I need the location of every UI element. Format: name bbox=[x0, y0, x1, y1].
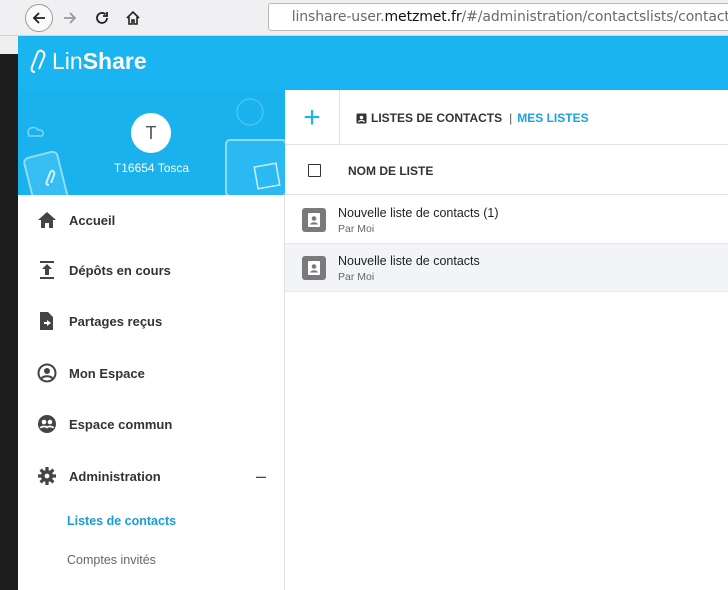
sidebar-item-label: Partages reçus bbox=[69, 313, 163, 329]
url-path: /#/administration/contactslists/contacts bbox=[461, 9, 728, 25]
add-list-button[interactable]: + bbox=[285, 90, 340, 145]
profile-banner: T T16654 Tosca bbox=[18, 90, 285, 195]
sidebar-item-administration[interactable]: Administration – bbox=[18, 451, 285, 501]
avatar[interactable]: T bbox=[131, 113, 171, 153]
reload-button[interactable] bbox=[88, 4, 116, 32]
subitem-listes-de-contacts[interactable]: Listes de contacts bbox=[67, 514, 176, 528]
linshare-app: Lin Share T T16654 Tosca Accueil Dépôts e… bbox=[18, 36, 728, 590]
tab-separator: | bbox=[509, 111, 513, 125]
tab-contact-lists[interactable]: LISTES DE CONTACTS bbox=[356, 111, 502, 125]
home-icon bbox=[36, 209, 58, 231]
list-item[interactable]: Nouvelle liste de contacts (1) Par Moi bbox=[285, 196, 728, 244]
linshare-logo[interactable]: Lin Share bbox=[30, 48, 147, 75]
tabs: LISTES DE CONTACTS | MES LISTES bbox=[356, 111, 589, 125]
app-header: Lin Share bbox=[18, 36, 728, 90]
list-item-owner: Par Moi bbox=[338, 271, 375, 283]
tab-contact-lists-label: LISTES DE CONTACTS bbox=[371, 111, 503, 125]
contact-list-icon bbox=[302, 208, 326, 232]
back-button[interactable] bbox=[25, 4, 53, 32]
column-header-name[interactable]: NOM DE LISTE bbox=[348, 164, 433, 178]
sidebar-item-label: Dépôts en cours bbox=[69, 262, 171, 278]
arrow-right-icon bbox=[64, 12, 77, 24]
contact-list-icon bbox=[302, 256, 326, 280]
subitem-comptes-invites[interactable]: Comptes invités bbox=[67, 553, 156, 567]
paperclip-icon bbox=[30, 49, 46, 73]
tab-my-lists[interactable]: MES LISTES bbox=[517, 111, 588, 125]
received-shares-icon bbox=[36, 310, 58, 332]
forward-button[interactable] bbox=[56, 4, 84, 32]
reload-icon bbox=[96, 12, 108, 24]
user-name: T16654 Tosca bbox=[113, 161, 190, 175]
url-text: linshare-user.metzmet.fr/#/administratio… bbox=[292, 9, 728, 25]
house-icon bbox=[126, 10, 140, 25]
account-icon bbox=[36, 362, 58, 384]
logo-share: Share bbox=[82, 48, 147, 74]
sidebar-item-depots[interactable]: Dépôts en cours bbox=[18, 245, 285, 295]
upload-icon bbox=[36, 259, 58, 281]
sidebar: T T16654 Tosca Accueil Dépôts en cours P… bbox=[18, 90, 285, 590]
sidebar-item-partages[interactable]: Partages reçus bbox=[18, 296, 285, 346]
sidebar-item-mon-espace[interactable]: Mon Espace bbox=[18, 348, 285, 398]
url-prefix: linshare-user. bbox=[291, 9, 385, 25]
url-domain: metzmet.fr bbox=[384, 9, 462, 25]
content-toolbar: + LISTES DE CONTACTS | MES LISTES bbox=[285, 90, 728, 145]
list-item[interactable]: Nouvelle liste de contacts Par Moi bbox=[285, 244, 728, 292]
list-item-title: Nouvelle liste de contacts (1) bbox=[338, 206, 499, 220]
sidebar-item-espace-commun[interactable]: Espace commun bbox=[18, 399, 285, 449]
select-all-checkbox[interactable] bbox=[308, 164, 321, 177]
arrow-left-icon bbox=[32, 12, 45, 24]
collapse-toggle[interactable]: – bbox=[256, 466, 266, 487]
list-header: NOM DE LISTE bbox=[285, 145, 728, 195]
sidebar-item-label: Espace commun bbox=[69, 416, 173, 432]
desktop-strip bbox=[0, 36, 18, 590]
sidebar-item-accueil[interactable]: Accueil bbox=[18, 195, 285, 245]
list-item-title: Nouvelle liste de contacts bbox=[338, 254, 480, 268]
sidebar-item-label: Mon Espace bbox=[69, 365, 145, 381]
gear-icon bbox=[36, 465, 58, 487]
browser-toolbar: linshare-user.metzmet.fr/#/administratio… bbox=[0, 0, 728, 36]
home-button[interactable] bbox=[119, 4, 147, 32]
main-content: + LISTES DE CONTACTS | MES LISTES NOM DE… bbox=[285, 90, 728, 590]
logo-lin: Lin bbox=[52, 48, 83, 74]
group-icon bbox=[36, 413, 58, 435]
list-item-owner: Par Moi bbox=[338, 223, 375, 235]
contact-book-icon bbox=[356, 113, 367, 123]
url-bar[interactable]: linshare-user.metzmet.fr/#/administratio… bbox=[268, 3, 728, 31]
sidebar-item-label: Administration bbox=[69, 468, 161, 484]
sidebar-item-label: Accueil bbox=[69, 212, 116, 228]
